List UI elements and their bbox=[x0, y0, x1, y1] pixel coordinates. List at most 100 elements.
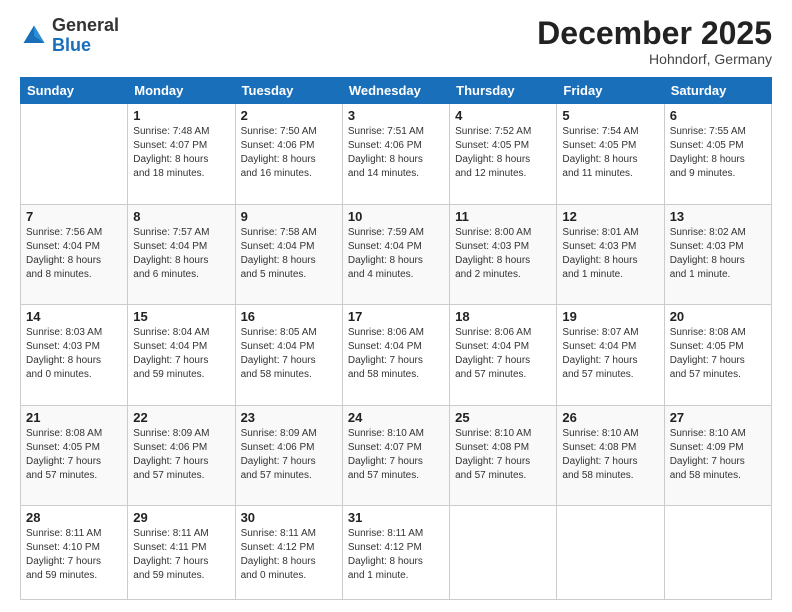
logo: General Blue bbox=[20, 16, 119, 56]
table-row: 31 Sunrise: 8:11 AM Sunset: 4:12 PM Dayli… bbox=[342, 506, 449, 600]
day-info: Sunrise: 8:09 AM Sunset: 4:06 PM Dayligh… bbox=[241, 427, 337, 483]
day-number: 18 bbox=[455, 309, 551, 324]
table-row: 13 Sunrise: 8:02 AM Sunset: 4:03 PM Dayli… bbox=[664, 204, 771, 305]
logo-icon bbox=[20, 22, 48, 50]
table-row: 22 Sunrise: 8:09 AM Sunset: 4:06 PM Dayli… bbox=[128, 405, 235, 506]
header-monday: Monday bbox=[128, 78, 235, 104]
table-row: 15 Sunrise: 8:04 AM Sunset: 4:04 PM Dayli… bbox=[128, 305, 235, 406]
table-row: 11 Sunrise: 8:00 AM Sunset: 4:03 PM Dayli… bbox=[450, 204, 557, 305]
day-info: Sunrise: 8:10 AM Sunset: 4:09 PM Dayligh… bbox=[670, 427, 766, 483]
table-row: 8 Sunrise: 7:57 AM Sunset: 4:04 PM Daylig… bbox=[128, 204, 235, 305]
header-friday: Friday bbox=[557, 78, 664, 104]
day-info: Sunrise: 8:01 AM Sunset: 4:03 PM Dayligh… bbox=[562, 226, 658, 282]
table-row bbox=[557, 506, 664, 600]
table-row: 30Sunrise: 8:11 AM Sunset: 4:12 PM Dayli… bbox=[235, 506, 342, 600]
day-number: 23 bbox=[241, 410, 337, 425]
day-number: 8 bbox=[133, 209, 229, 224]
day-number: 15 bbox=[133, 309, 229, 324]
table-row: 27 Sunrise: 8:10 AM Sunset: 4:09 PM Dayli… bbox=[664, 405, 771, 506]
table-row: 16Sunrise: 8:05 AM Sunset: 4:04 PM Dayli… bbox=[235, 305, 342, 406]
day-info: Sunrise: 7:58 AM Sunset: 4:04 PM Dayligh… bbox=[241, 226, 337, 282]
day-info: Sunrise: 8:07 AM Sunset: 4:04 PM Dayligh… bbox=[562, 326, 658, 382]
day-number: 20 bbox=[670, 309, 766, 324]
day-info: Sunrise: 8:10 AM Sunset: 4:08 PM Dayligh… bbox=[455, 427, 551, 483]
table-row: 6 Sunrise: 7:55 AM Sunset: 4:05 PM Daylig… bbox=[664, 104, 771, 205]
header-saturday: Saturday bbox=[664, 78, 771, 104]
day-info: Sunrise: 8:00 AM Sunset: 4:03 PM Dayligh… bbox=[455, 226, 551, 282]
day-info: Sunrise: 8:08 AM Sunset: 4:05 PM Dayligh… bbox=[26, 427, 122, 483]
table-row: 19 Sunrise: 8:07 AM Sunset: 4:04 PM Dayli… bbox=[557, 305, 664, 406]
day-info: Sunrise: 8:11 AM Sunset: 4:12 PM Dayligh… bbox=[348, 527, 444, 583]
day-number: 11 bbox=[455, 209, 551, 224]
table-row bbox=[21, 104, 128, 205]
day-info: Sunrise: 7:55 AM Sunset: 4:05 PM Dayligh… bbox=[670, 125, 766, 181]
calendar-table: Sunday Monday Tuesday Wednesday Thursday… bbox=[20, 77, 772, 600]
table-row: 3 Sunrise: 7:51 AM Sunset: 4:06 PM Daylig… bbox=[342, 104, 449, 205]
day-info: Sunrise: 8:11 AM Sunset: 4:11 PM Dayligh… bbox=[133, 527, 229, 583]
day-number: 19 bbox=[562, 309, 658, 324]
day-number: 9 bbox=[241, 209, 337, 224]
table-row: 18 Sunrise: 8:06 AM Sunset: 4:04 PM Dayli… bbox=[450, 305, 557, 406]
day-info: Sunrise: 8:06 AM Sunset: 4:04 PM Dayligh… bbox=[455, 326, 551, 382]
title-block: December 2025 Hohndorf, Germany bbox=[537, 16, 772, 67]
table-row: 24 Sunrise: 8:10 AM Sunset: 4:07 PM Dayli… bbox=[342, 405, 449, 506]
day-info: Sunrise: 8:02 AM Sunset: 4:03 PM Dayligh… bbox=[670, 226, 766, 282]
day-number: 27 bbox=[670, 410, 766, 425]
table-row: 7 Sunrise: 7:56 AM Sunset: 4:04 PM Daylig… bbox=[21, 204, 128, 305]
day-info: Sunrise: 8:05 AM Sunset: 4:04 PM Dayligh… bbox=[241, 326, 337, 382]
day-info: Sunrise: 7:57 AM Sunset: 4:04 PM Dayligh… bbox=[133, 226, 229, 282]
table-row: 2Sunrise: 7:50 AM Sunset: 4:06 PM Daylig… bbox=[235, 104, 342, 205]
day-info: Sunrise: 7:50 AM Sunset: 4:06 PM Dayligh… bbox=[241, 125, 337, 181]
table-row: 14Sunrise: 8:03 AM Sunset: 4:03 PM Dayli… bbox=[21, 305, 128, 406]
day-number: 29 bbox=[133, 510, 229, 525]
table-row: 28Sunrise: 8:11 AM Sunset: 4:10 PM Dayli… bbox=[21, 506, 128, 600]
day-number: 24 bbox=[348, 410, 444, 425]
day-number: 22 bbox=[133, 410, 229, 425]
day-info: Sunrise: 8:08 AM Sunset: 4:05 PM Dayligh… bbox=[670, 326, 766, 382]
day-number: 6 bbox=[670, 108, 766, 123]
table-row: 17Sunrise: 8:06 AM Sunset: 4:04 PM Dayli… bbox=[342, 305, 449, 406]
table-row: 29 Sunrise: 8:11 AM Sunset: 4:11 PM Dayli… bbox=[128, 506, 235, 600]
day-number: 31 bbox=[348, 510, 444, 525]
day-info: Sunrise: 8:10 AM Sunset: 4:08 PM Dayligh… bbox=[562, 427, 658, 483]
day-number: 12 bbox=[562, 209, 658, 224]
day-info: Sunrise: 7:51 AM Sunset: 4:06 PM Dayligh… bbox=[348, 125, 444, 181]
day-info: Sunrise: 7:48 AM Sunset: 4:07 PM Dayligh… bbox=[133, 125, 229, 181]
day-number: 26 bbox=[562, 410, 658, 425]
day-number: 10 bbox=[348, 209, 444, 224]
day-number: 5 bbox=[562, 108, 658, 123]
subtitle: Hohndorf, Germany bbox=[537, 51, 772, 67]
logo-general: General bbox=[52, 15, 119, 35]
days-header-row: Sunday Monday Tuesday Wednesday Thursday… bbox=[21, 78, 772, 104]
table-row bbox=[450, 506, 557, 600]
day-number: 30 bbox=[241, 510, 337, 525]
header-tuesday: Tuesday bbox=[235, 78, 342, 104]
day-info: Sunrise: 7:52 AM Sunset: 4:05 PM Dayligh… bbox=[455, 125, 551, 181]
day-number: 28 bbox=[26, 510, 122, 525]
day-info: Sunrise: 8:09 AM Sunset: 4:06 PM Dayligh… bbox=[133, 427, 229, 483]
logo-text: General Blue bbox=[52, 16, 119, 56]
day-info: Sunrise: 7:56 AM Sunset: 4:04 PM Dayligh… bbox=[26, 226, 122, 282]
table-row: 5 Sunrise: 7:54 AM Sunset: 4:05 PM Daylig… bbox=[557, 104, 664, 205]
day-number: 21 bbox=[26, 410, 122, 425]
header: General Blue December 2025 Hohndorf, Ger… bbox=[20, 16, 772, 67]
day-info: Sunrise: 7:54 AM Sunset: 4:05 PM Dayligh… bbox=[562, 125, 658, 181]
logo-blue: Blue bbox=[52, 35, 91, 55]
day-number: 7 bbox=[26, 209, 122, 224]
day-number: 1 bbox=[133, 108, 229, 123]
table-row: 25Sunrise: 8:10 AM Sunset: 4:08 PM Dayli… bbox=[450, 405, 557, 506]
table-row: 21 Sunrise: 8:08 AM Sunset: 4:05 PM Dayli… bbox=[21, 405, 128, 506]
day-info: Sunrise: 8:04 AM Sunset: 4:04 PM Dayligh… bbox=[133, 326, 229, 382]
day-number: 13 bbox=[670, 209, 766, 224]
table-row: 9 Sunrise: 7:58 AM Sunset: 4:04 PM Daylig… bbox=[235, 204, 342, 305]
table-row: 10Sunrise: 7:59 AM Sunset: 4:04 PM Dayli… bbox=[342, 204, 449, 305]
table-row: 1 Sunrise: 7:48 AM Sunset: 4:07 PM Daylig… bbox=[128, 104, 235, 205]
month-title: December 2025 bbox=[537, 16, 772, 51]
day-number: 3 bbox=[348, 108, 444, 123]
page: General Blue December 2025 Hohndorf, Ger… bbox=[0, 0, 792, 612]
table-row: 20 Sunrise: 8:08 AM Sunset: 4:05 PM Dayli… bbox=[664, 305, 771, 406]
day-info: Sunrise: 8:10 AM Sunset: 4:07 PM Dayligh… bbox=[348, 427, 444, 483]
header-thursday: Thursday bbox=[450, 78, 557, 104]
day-info: Sunrise: 8:03 AM Sunset: 4:03 PM Dayligh… bbox=[26, 326, 122, 382]
table-row bbox=[664, 506, 771, 600]
